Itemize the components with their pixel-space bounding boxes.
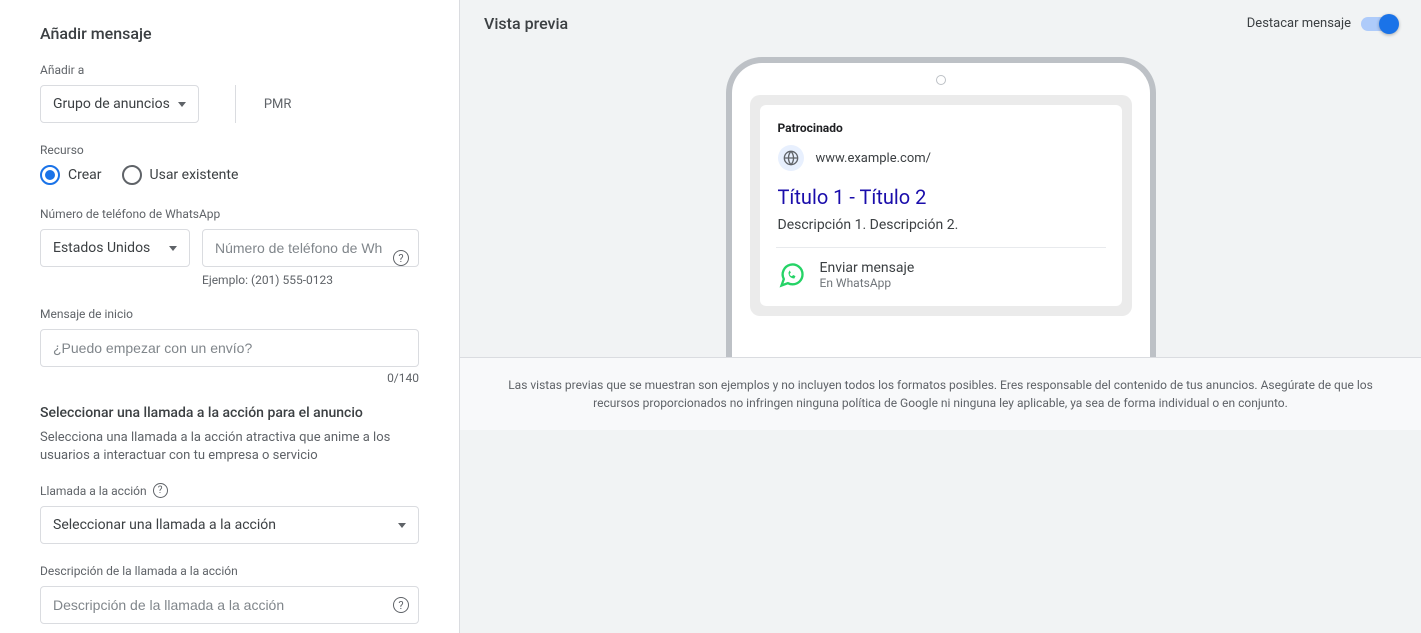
wa-sub-text: En WhatsApp xyxy=(820,276,915,290)
whatsapp-icon xyxy=(778,261,806,289)
help-icon[interactable]: ? xyxy=(153,483,168,498)
add-to-label: Añadir a xyxy=(40,63,419,77)
start-msg-label: Mensaje de inicio xyxy=(40,307,419,321)
preview-disclaimer: Las vistas previas que se muestran son e… xyxy=(460,357,1421,430)
start-msg-counter: 0/140 xyxy=(40,371,419,385)
radio-checked-icon xyxy=(40,165,60,185)
form-heading: Añadir mensaje xyxy=(40,24,419,43)
ad-title: Título 1 - Título 2 xyxy=(778,185,1104,209)
preview-title: Vista previa xyxy=(484,14,568,33)
resource-create-radio[interactable]: Crear xyxy=(40,165,102,185)
cta-desc-label: Descripción de la llamada a la acción xyxy=(40,564,419,578)
divider xyxy=(776,247,1106,248)
help-icon[interactable]: ? xyxy=(393,250,409,266)
help-icon[interactable]: ? xyxy=(393,597,409,613)
highlight-toggle[interactable] xyxy=(1361,17,1397,31)
ad-description: Descripción 1. Descripción 2. xyxy=(778,217,1104,233)
country-dropdown[interactable]: Estados Unidos xyxy=(40,229,190,267)
start-msg-input[interactable] xyxy=(40,329,419,367)
cta-dropdown[interactable]: Seleccionar una llamada a la acción xyxy=(40,506,419,544)
cta-dropdown-value: Seleccionar una llamada a la acción xyxy=(53,517,276,533)
globe-icon xyxy=(778,145,804,171)
phone-frame: Patrocinado www.example.com/ Título 1 - … xyxy=(726,57,1156,357)
chevron-down-icon xyxy=(178,102,186,107)
preview-panel: Vista previa Destacar mensaje Patrocinad… xyxy=(460,0,1421,633)
cta-heading: Seleccionar una llamada a la acción para… xyxy=(40,405,419,421)
country-value: Estados Unidos xyxy=(53,240,150,256)
resource-create-label: Crear xyxy=(68,167,102,183)
resource-existing-radio[interactable]: Usar existente xyxy=(122,165,239,185)
toggle-label: Destacar mensaje xyxy=(1247,16,1351,31)
add-to-dropdown[interactable]: Grupo de anuncios xyxy=(40,85,199,123)
phone-hint: Ejemplo: (201) 555-0123 xyxy=(202,273,419,287)
add-to-value: Grupo de anuncios xyxy=(53,96,170,112)
chevron-down-icon xyxy=(398,523,406,528)
form-panel: Añadir mensaje Añadir a Grupo de anuncio… xyxy=(0,0,460,633)
resource-label: Recurso xyxy=(40,143,419,157)
chevron-down-icon xyxy=(169,246,177,251)
cta-desc-input[interactable] xyxy=(40,586,419,624)
phone-label: Número de teléfono de WhatsApp xyxy=(40,207,419,221)
ad-preview-card: Patrocinado www.example.com/ Título 1 - … xyxy=(760,105,1122,306)
radio-unchecked-icon xyxy=(122,165,142,185)
cta-label: Llamada a la acción xyxy=(40,484,147,498)
wa-main-text: Enviar mensaje xyxy=(820,260,915,276)
ad-url: www.example.com/ xyxy=(816,151,932,166)
sponsored-label: Patrocinado xyxy=(778,121,1104,135)
cta-help-text: Selecciona una llamada a la acción atrac… xyxy=(40,429,419,465)
resource-existing-label: Usar existente xyxy=(150,167,239,183)
phone-input[interactable] xyxy=(202,229,419,267)
phone-notch-icon xyxy=(936,75,946,85)
pmr-badge: PMR xyxy=(235,85,292,123)
